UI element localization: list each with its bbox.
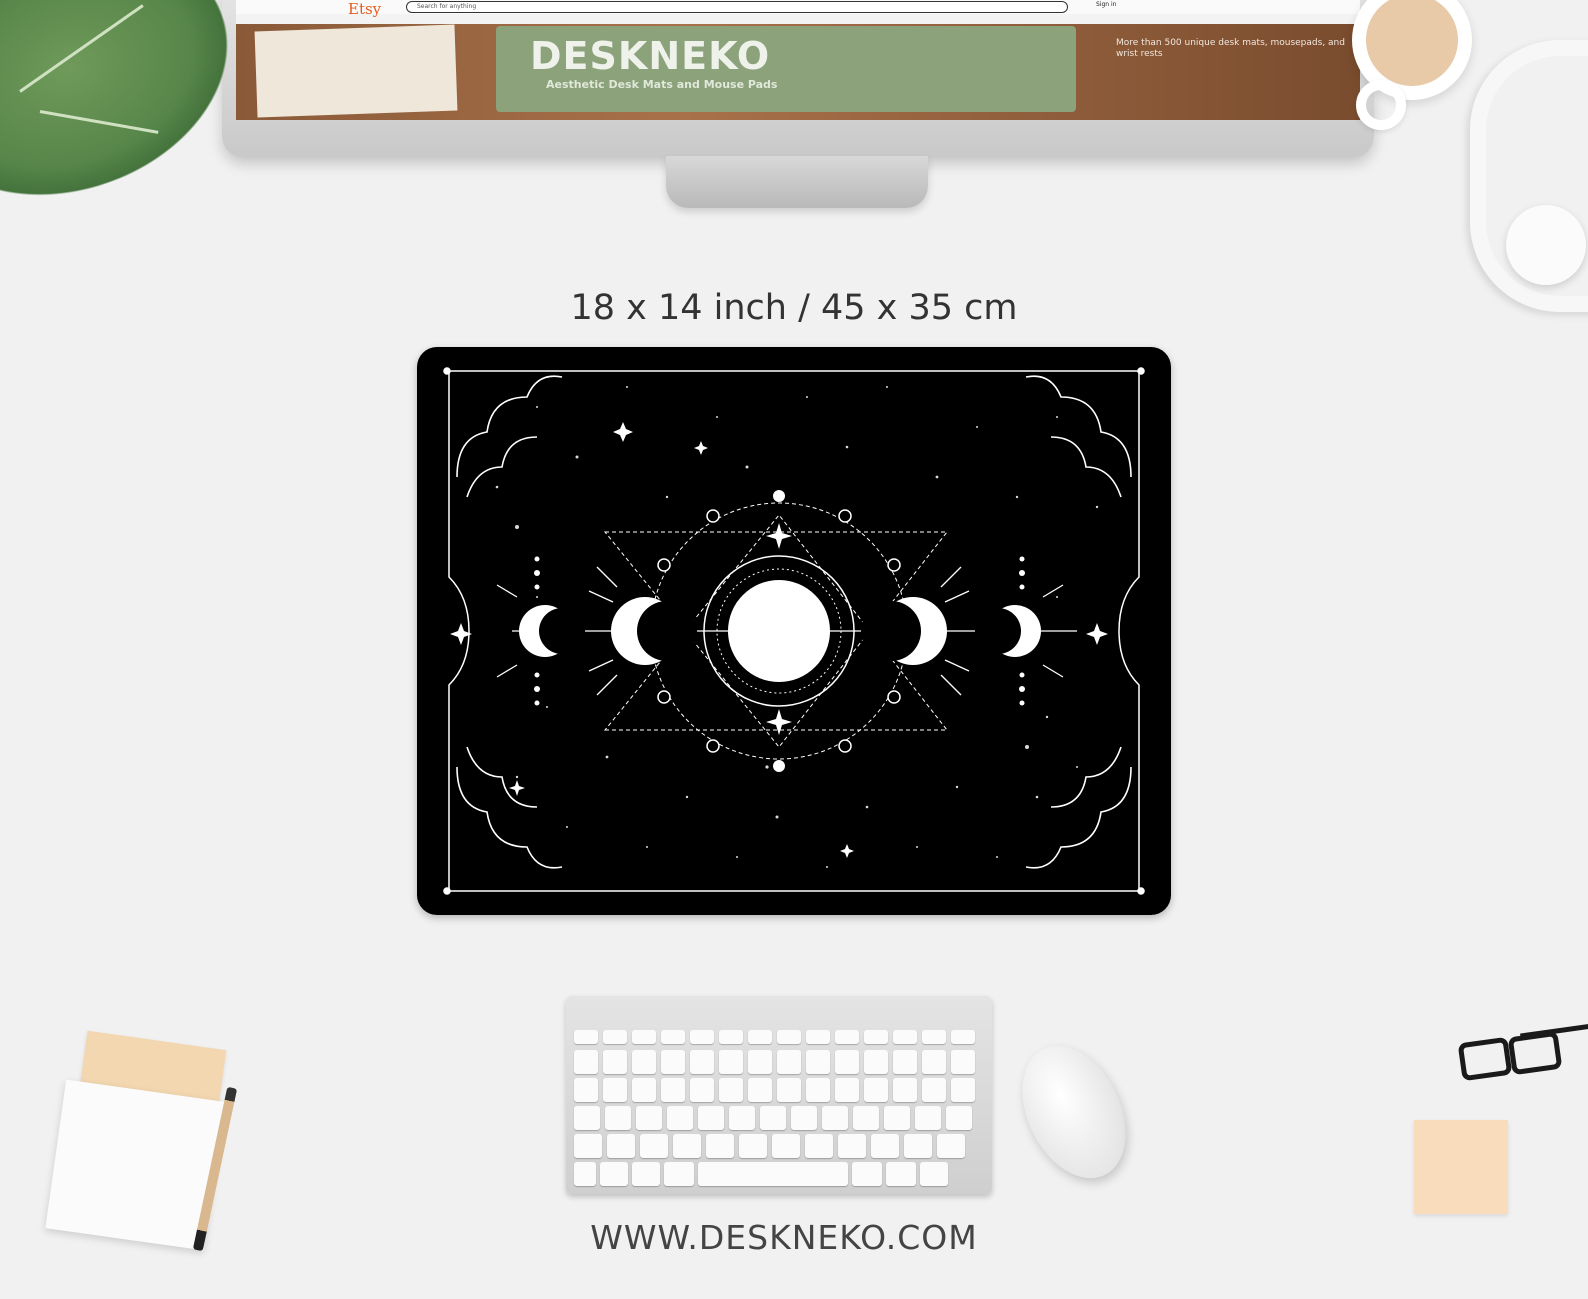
keyboard-key — [922, 1050, 946, 1074]
etsy-logo: Etsy — [348, 0, 382, 18]
keyboard-key — [951, 1050, 975, 1074]
screen-signin-link: Sign in — [1096, 1, 1117, 8]
keyboard — [566, 996, 992, 1194]
keyboard-key — [698, 1162, 848, 1186]
monitor-stand — [666, 156, 928, 208]
keyboard-key — [937, 1134, 965, 1158]
keyboard-key — [719, 1050, 743, 1074]
keyboard-key — [835, 1078, 859, 1102]
keyboard-key — [806, 1050, 830, 1074]
screen-blurb: More than 500 unique desk mats, mousepad… — [1116, 38, 1345, 59]
keyboard-key — [636, 1106, 662, 1130]
keyboard-key — [760, 1106, 786, 1130]
keyboard-key — [719, 1030, 743, 1044]
keyboard-key — [574, 1106, 600, 1130]
keyboard-key — [777, 1030, 801, 1044]
glasses-lens-left — [1457, 1036, 1513, 1082]
keyboard-key — [951, 1030, 975, 1044]
mousepad — [417, 347, 1171, 915]
keyboard-key — [893, 1050, 917, 1074]
keyboard-key — [951, 1078, 975, 1102]
keyboard-key — [603, 1030, 627, 1044]
keyboard-key — [661, 1078, 685, 1102]
keyboard-key — [791, 1106, 817, 1130]
keyboard-key — [640, 1134, 668, 1158]
keyboard-key — [886, 1162, 916, 1186]
keyboard-key — [690, 1050, 714, 1074]
screen-notice-paper — [254, 24, 458, 118]
keyboard-key — [864, 1078, 888, 1102]
keyboard-key — [574, 1162, 596, 1186]
keyboard-key — [661, 1050, 685, 1074]
keyboard-key — [600, 1162, 628, 1186]
keyboard-key — [729, 1106, 755, 1130]
keyboard-key — [922, 1078, 946, 1102]
keyboard-key — [853, 1106, 879, 1130]
keyboard-key — [822, 1106, 848, 1130]
keyboard-key — [893, 1078, 917, 1102]
screen-brand-title: DESKNEKO — [530, 34, 771, 78]
keyboard-key — [922, 1030, 946, 1044]
keyboard-key — [667, 1106, 693, 1130]
keyboard-key — [607, 1134, 635, 1158]
mouse — [1001, 1028, 1147, 1196]
sticky-note — [1414, 1120, 1508, 1214]
keyboard-key — [805, 1134, 833, 1158]
keyboard-key — [893, 1030, 917, 1044]
keyboard-key — [664, 1162, 694, 1186]
size-label: 18 x 14 inch / 45 x 35 cm — [570, 288, 1018, 328]
keyboard-key — [806, 1030, 830, 1044]
keyboard-key — [748, 1078, 772, 1102]
keyboard-key — [884, 1106, 910, 1130]
monitor-screen: Etsy Search for anything Sign in DESKNEK… — [236, 0, 1360, 120]
keyboard-key — [698, 1106, 724, 1130]
keyboard-key — [772, 1134, 800, 1158]
headphone-earcup — [1506, 205, 1586, 285]
keyboard-key — [574, 1078, 598, 1102]
keyboard-key — [632, 1050, 656, 1074]
keyboard-key — [706, 1134, 734, 1158]
screen-search-input: Search for anything — [406, 1, 1068, 13]
keyboard-key — [632, 1162, 660, 1186]
keyboard-key — [673, 1134, 701, 1158]
keyboard-key — [777, 1078, 801, 1102]
moon-phase-artwork — [443, 367, 1145, 895]
keyboard-key — [871, 1134, 899, 1158]
keyboard-key — [806, 1078, 830, 1102]
keyboard-key — [739, 1134, 767, 1158]
keyboard-key — [661, 1030, 685, 1044]
keyboard-key — [632, 1078, 656, 1102]
keyboard-key — [574, 1134, 602, 1158]
keyboard-key — [946, 1106, 972, 1130]
keyboard-key — [632, 1030, 656, 1044]
keyboard-key — [690, 1030, 714, 1044]
full-moon — [728, 580, 830, 682]
keyboard-key — [603, 1050, 627, 1074]
keyboard-key — [852, 1162, 882, 1186]
keyboard-key — [777, 1050, 801, 1074]
website-url: WWW.DESKNEKO.COM — [590, 1218, 978, 1257]
screen-brand-subtitle: Aesthetic Desk Mats and Mouse Pads — [546, 78, 778, 91]
keyboard-key — [915, 1106, 941, 1130]
screen-nav — [236, 14, 1360, 24]
keyboard-key — [574, 1050, 598, 1074]
keyboard-key — [690, 1078, 714, 1102]
keyboard-key — [838, 1134, 866, 1158]
keyboard-key — [864, 1030, 888, 1044]
keyboard-key — [835, 1030, 859, 1044]
keyboard-key — [748, 1030, 772, 1044]
keyboard-key — [835, 1050, 859, 1074]
keyboard-key — [904, 1134, 932, 1158]
keyboard-key — [605, 1106, 631, 1130]
coffee-cup-handle — [1356, 80, 1406, 130]
keyboard-key — [719, 1078, 743, 1102]
keyboard-key — [864, 1050, 888, 1074]
keyboard-key — [748, 1050, 772, 1074]
keyboard-key — [574, 1030, 598, 1044]
glasses-lens-right — [1507, 1030, 1563, 1076]
keyboard-key — [603, 1078, 627, 1102]
keyboard-key — [920, 1162, 948, 1186]
